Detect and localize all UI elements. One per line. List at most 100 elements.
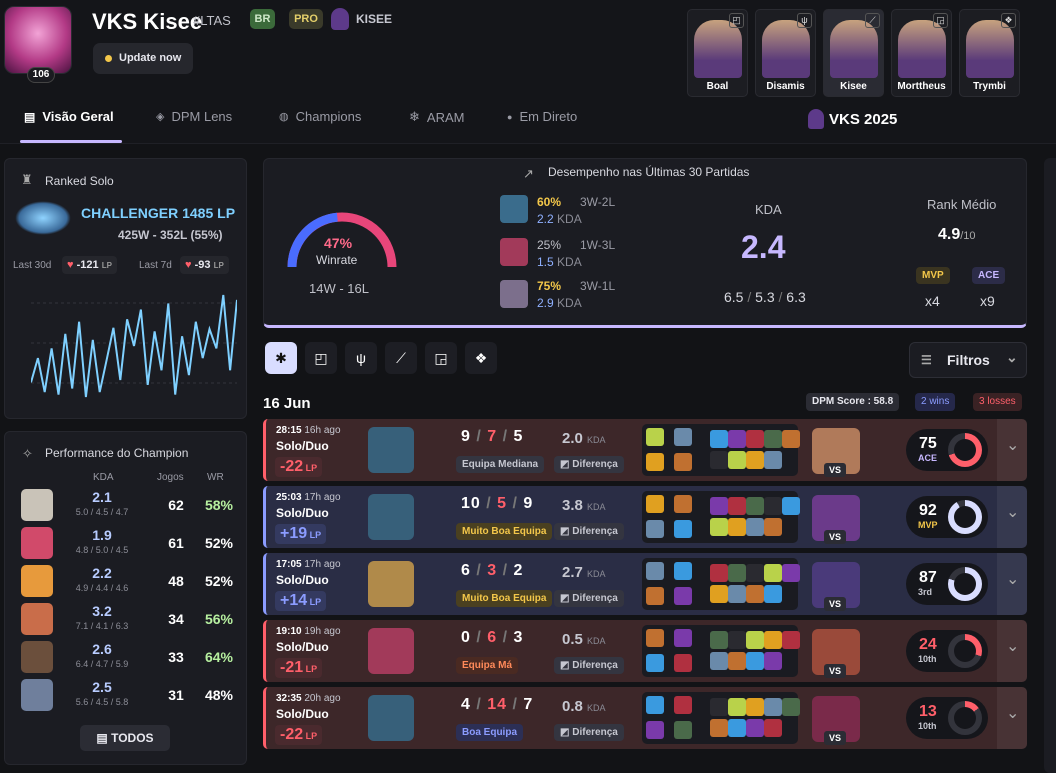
match-row[interactable]: 19:10 19h ago Solo/Duo -21 LP 0 / 6 / 3 … (263, 620, 1027, 682)
item-icon[interactable] (764, 698, 782, 716)
item-icon[interactable] (782, 497, 800, 515)
item-icon[interactable] (710, 631, 728, 649)
item-icon[interactable] (674, 721, 692, 739)
item-icon[interactable] (710, 585, 728, 603)
filter-all-roles[interactable]: ✱ (265, 342, 297, 374)
item-icon[interactable] (646, 629, 664, 647)
item-icon[interactable] (646, 428, 664, 446)
item-icon[interactable] (674, 629, 692, 647)
item-icon[interactable] (782, 430, 800, 448)
item-icon[interactable] (710, 430, 728, 448)
item-icon[interactable] (746, 585, 764, 603)
perf-row[interactable]: 1.9 4.8 / 5.0 / 4.5 61 52% (21, 527, 236, 559)
roster-card-disamis[interactable]: ψ Disamis (755, 9, 816, 97)
item-icon[interactable] (764, 631, 782, 649)
played-champion-icon[interactable] (368, 427, 414, 473)
roster-card-kisee[interactable]: ⟋ Kisee (823, 9, 884, 97)
expand-match-button[interactable] (997, 419, 1027, 481)
played-champion-icon[interactable] (368, 561, 414, 607)
item-icon[interactable] (764, 518, 782, 536)
filter-top[interactable]: ◰ (305, 342, 337, 374)
filter-bot[interactable]: ◲ (425, 342, 457, 374)
item-icon[interactable] (746, 451, 764, 469)
expand-match-button[interactable] (997, 687, 1027, 749)
roster-card-morttheus[interactable]: ◲ Morttheus (891, 9, 952, 97)
item-icon[interactable] (646, 587, 664, 605)
item-icon[interactable] (746, 564, 764, 582)
item-icon[interactable] (646, 562, 664, 580)
item-icon[interactable] (746, 631, 764, 649)
item-icon[interactable] (728, 652, 746, 670)
item-icon[interactable] (764, 451, 782, 469)
item-icon[interactable] (646, 520, 664, 538)
item-icon[interactable] (782, 698, 800, 716)
item-icon[interactable] (646, 495, 664, 513)
item-icon[interactable] (710, 698, 728, 716)
item-icon[interactable] (674, 428, 692, 446)
perf-row[interactable]: 3.2 7.1 / 4.1 / 6.3 34 56% (21, 603, 236, 635)
tab-aram[interactable]: ❄ ARAM (409, 109, 464, 125)
item-icon[interactable] (728, 430, 746, 448)
tab-overview[interactable]: ▤ Visão Geral (24, 109, 114, 124)
played-champion-icon[interactable] (368, 494, 414, 540)
item-icon[interactable] (674, 562, 692, 580)
item-icon[interactable] (646, 696, 664, 714)
item-icon[interactable] (728, 497, 746, 515)
expand-match-button[interactable] (997, 553, 1027, 615)
item-icon[interactable] (764, 585, 782, 603)
match-row[interactable]: 25:03 17h ago Solo/Duo +19 LP 10 / 5 / 9… (263, 486, 1027, 548)
item-icon[interactable] (728, 719, 746, 737)
perf-row[interactable]: 2.6 6.4 / 4.7 / 5.9 33 64% (21, 641, 236, 673)
item-icon[interactable] (764, 564, 782, 582)
item-icon[interactable] (728, 585, 746, 603)
item-icon[interactable] (674, 520, 692, 538)
show-all-button[interactable]: ▤ TODOS (80, 725, 170, 751)
item-icon[interactable] (764, 430, 782, 448)
item-icon[interactable] (710, 652, 728, 670)
item-icon[interactable] (674, 696, 692, 714)
match-row[interactable]: 28:15 16h ago Solo/Duo -22 LP 9 / 7 / 5 … (263, 419, 1027, 481)
tab-live[interactable]: ● Em Direto (507, 109, 577, 124)
item-icon[interactable] (646, 654, 664, 672)
item-icon[interactable] (728, 698, 746, 716)
item-icon[interactable] (764, 652, 782, 670)
played-champion-icon[interactable] (368, 695, 414, 741)
played-champion-icon[interactable] (368, 628, 414, 674)
item-icon[interactable] (746, 698, 764, 716)
item-icon[interactable] (746, 518, 764, 536)
filter-mid[interactable]: ⟋ (385, 342, 417, 374)
item-icon[interactable] (782, 631, 800, 649)
match-row[interactable]: 17:05 17h ago Solo/Duo +14 LP 6 / 3 / 2 … (263, 553, 1027, 615)
item-icon[interactable] (728, 518, 746, 536)
item-icon[interactable] (764, 497, 782, 515)
match-row[interactable]: 32:35 20h ago Solo/Duo -22 LP 4 / 14 / 7… (263, 687, 1027, 749)
filter-support[interactable]: ❖ (465, 342, 497, 374)
item-icon[interactable] (646, 453, 664, 471)
filters-dropdown[interactable]: ☰ Filtros ⌄ (909, 342, 1027, 378)
item-icon[interactable] (728, 631, 746, 649)
item-icon[interactable] (728, 564, 746, 582)
expand-match-button[interactable] (997, 620, 1027, 682)
item-icon[interactable] (710, 497, 728, 515)
item-icon[interactable] (746, 719, 764, 737)
item-icon[interactable] (764, 719, 782, 737)
item-icon[interactable] (710, 518, 728, 536)
update-button[interactable]: Update now (93, 43, 193, 74)
item-icon[interactable] (646, 721, 664, 739)
item-icon[interactable] (674, 587, 692, 605)
roster-card-trymbi[interactable]: ❖ Trymbi (959, 9, 1020, 97)
item-icon[interactable] (710, 564, 728, 582)
perf-row[interactable]: 2.5 5.6 / 4.5 / 5.8 31 48% (21, 679, 236, 711)
item-icon[interactable] (710, 451, 728, 469)
perf-row[interactable]: 2.2 4.9 / 4.4 / 4.6 48 52% (21, 565, 236, 597)
item-icon[interactable] (674, 453, 692, 471)
perf-row[interactable]: 2.1 5.0 / 4.5 / 4.7 62 58% (21, 489, 236, 521)
tab-dpm-lens[interactable]: ◈ DPM Lens (156, 109, 232, 124)
item-icon[interactable] (728, 451, 746, 469)
item-icon[interactable] (782, 564, 800, 582)
item-icon[interactable] (746, 430, 764, 448)
roster-card-boal[interactable]: ◰ Boal (687, 9, 748, 97)
tab-champions[interactable]: ◍ Champions (279, 109, 361, 124)
filter-jungle[interactable]: ψ (345, 342, 377, 374)
item-icon[interactable] (674, 495, 692, 513)
